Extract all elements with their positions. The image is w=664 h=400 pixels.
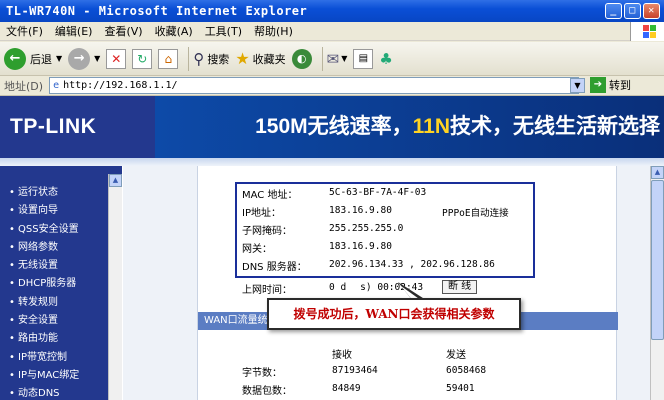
star-icon: ★ [235,49,250,68]
window-title: TL-WR740N - Microsoft Internet Explorer [6,4,308,18]
chevron-down-icon[interactable]: ▼ [94,54,100,63]
sidebar-scrollbar[interactable]: ▲ [108,174,122,400]
home-button[interactable]: ⌂ [158,48,179,69]
go-label: 转到 [609,79,631,92]
people-icon: ♣ [379,49,393,68]
print-button[interactable]: ▤ [353,48,374,69]
sidebar-item-bandwidth[interactable]: IP带宽控制 [0,349,122,367]
slogan-text: 150M无线速率， [255,115,413,138]
sidebar-item-ddns[interactable]: 动态DNS [0,385,122,400]
menu-view[interactable]: 查看(V) [104,23,142,39]
sidebar-item-dhcp[interactable]: DHCP服务器 [0,275,122,293]
mail-button[interactable]: ✉ ▼ [327,50,348,68]
sidebar-item-security[interactable]: 安全设置 [0,312,122,330]
close-button[interactable]: ✕ [643,3,660,19]
favorites-label: 收藏夹 [252,52,286,66]
forward-button[interactable]: → ▼ [68,47,100,70]
scroll-up-icon[interactable]: ▲ [651,166,664,179]
sidebar-menu: 运行状态 设置向导 QSS安全设置 网络参数 无线设置 DHCP服务器 转发规则… [0,166,122,400]
tp-link-logo: TP-LINK [0,96,155,158]
forward-arrow-icon: → [68,47,91,70]
scrollbar-thumb[interactable] [651,180,664,340]
toolbar-divider [188,46,190,71]
windows-logo-icon [630,22,664,41]
menu-favorites[interactable]: 收藏(A) [155,23,193,39]
refresh-icon: ↻ [132,48,153,69]
sidebar-item-qss[interactable]: QSS安全设置 [0,221,122,239]
toolbar: ← 后退 ▼ → ▼ ✕ ↻ ⌂ ⚲ 搜索 ★ 收藏夹 ◐ ✉ ▼ ▤ ♣ [0,42,664,76]
back-button[interactable]: ← 后退 ▼ [4,47,62,70]
slogan-text: 技术，无线生活新选择 [450,115,660,138]
page-scrollbar[interactable]: ▲ [650,166,664,400]
sidebar-item-status[interactable]: 运行状态 [0,184,122,202]
stop-button[interactable]: ✕ [106,48,127,69]
menu-file[interactable]: 文件(F) [6,23,43,39]
back-arrow-icon: ← [4,47,26,70]
address-bar: 地址(D) e http://192.168.1.1/ ▼ ➔ 转到 [0,76,664,96]
sidebar-item-wireless[interactable]: 无线设置 [0,257,122,275]
scroll-up-icon[interactable]: ▲ [109,174,122,187]
toolbar-divider [321,46,323,71]
title-bar: TL-WR740N - Microsoft Internet Explorer … [0,0,664,22]
go-arrow-icon: ➔ [590,77,606,93]
callout-annotation: 拨号成功后，WAN口会获得相关参数 [267,298,521,330]
favorites-button[interactable]: ★ 收藏夹 [235,49,285,68]
sidebar-item-wizard[interactable]: 设置向导 [0,202,122,220]
print-icon: ▤ [353,48,374,69]
sidebar-item-routing[interactable]: 路由功能 [0,330,122,348]
refresh-button[interactable]: ↻ [132,48,153,69]
banner-slogan: 150M无线速率，11N技术，无线生活新选择 [155,96,664,158]
slogan-highlight: 11N [412,115,450,138]
home-icon: ⌂ [158,48,179,69]
search-icon: ⚲ [193,49,205,68]
menu-help[interactable]: 帮助(H) [254,23,293,39]
address-dropdown-button[interactable]: ▼ [570,78,585,93]
chevron-down-icon[interactable]: ▼ [341,54,347,63]
sidebar-item-forwarding[interactable]: 转发规则 [0,294,122,312]
mail-icon: ✉ [326,49,340,68]
go-button[interactable]: ➔ 转到 [590,77,631,93]
search-label: 搜索 [207,52,230,66]
search-button[interactable]: ⚲ 搜索 [193,50,229,68]
maximize-button[interactable]: □ [624,3,641,19]
web-page: TP-LINK 150M无线速率，11N技术，无线生活新选择 运行状态 设置向导… [0,96,664,400]
ie-page-icon: e [53,80,60,91]
chevron-down-icon[interactable]: ▼ [56,54,62,63]
stop-icon: ✕ [106,48,127,69]
minimize-button[interactable]: _ [605,3,622,19]
menu-edit[interactable]: 编辑(E) [55,23,93,39]
media-button[interactable]: ◐ [291,48,312,69]
banner-divider [0,158,664,166]
address-label: 地址(D) [4,79,44,93]
callout-pointer [398,282,426,301]
sidebar-item-network[interactable]: 网络参数 [0,239,122,257]
back-label: 后退 [30,52,52,66]
media-icon: ◐ [291,48,312,69]
messenger-button[interactable]: ♣ [379,50,392,68]
address-url: http://192.168.1.1/ [63,80,178,91]
sidebar-item-ip-mac[interactable]: IP与MAC绑定 [0,367,122,385]
wan-status-panel: MAC 地址： 5C-63-BF-7A-4F-03 IP地址： 183.16.9… [197,166,618,400]
address-input[interactable]: e http://192.168.1.1/ [49,77,580,94]
menu-tools[interactable]: 工具(T) [205,23,242,39]
content-frame: MAC 地址： 5C-63-BF-7A-4F-03 IP地址： 183.16.9… [123,166,650,400]
menu-bar: 文件(F) 编辑(E) 查看(V) 收藏(A) 工具(T) 帮助(H) [0,22,664,41]
